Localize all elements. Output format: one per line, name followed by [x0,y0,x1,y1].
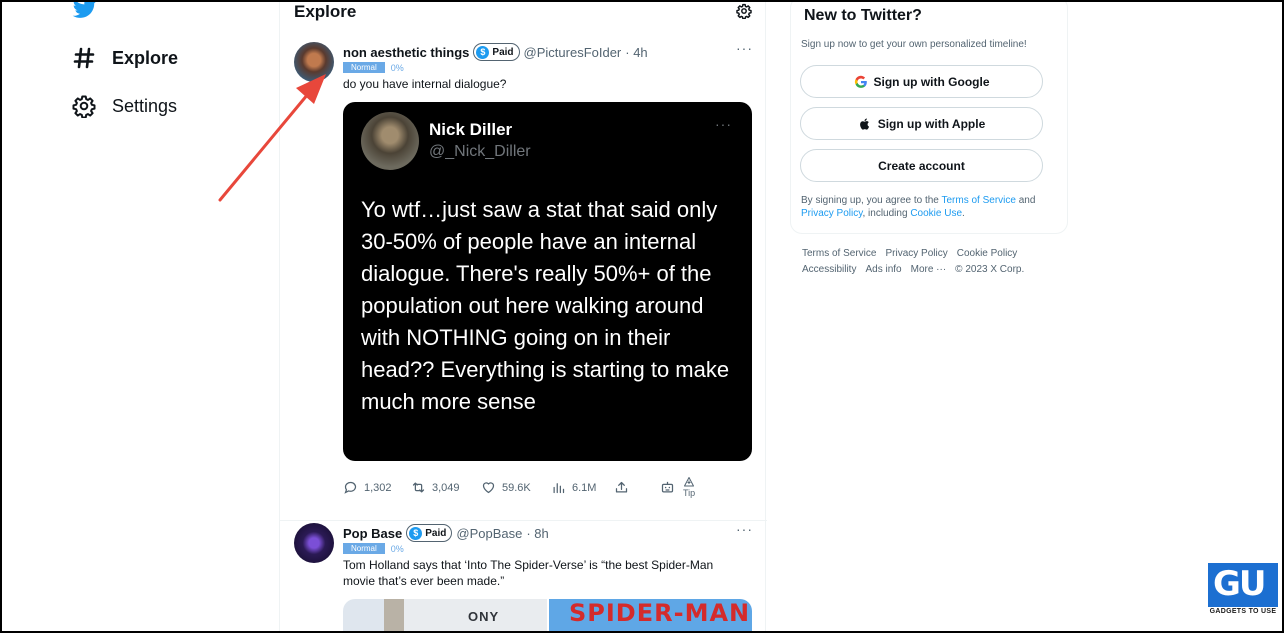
share-button[interactable] [614,480,629,495]
footer-ads-info-link[interactable]: Ads info [865,264,901,275]
tweet-image[interactable]: Nick Diller @_Nick_Diller ··· Yo wtf…jus… [343,102,752,461]
watermark-text: GADGETS TO USE [1209,608,1277,615]
google-button-label: Sign up with Google [873,74,990,89]
tip-icon [684,477,695,487]
paid-badge: $ Paid [473,43,520,61]
sign-up-with-google-button[interactable]: Sign up with Google [800,65,1043,98]
views-chart-icon [553,483,565,494]
tweet-text: do you have internal dialogue? [343,77,507,91]
media-right-text: SPIDER-MAN [569,599,751,627]
legal-prefix: By signing up, you agree to the [801,195,942,206]
hashtag-icon [73,47,95,69]
explore-settings-gear-icon[interactable] [736,3,752,19]
retweet-count: 3,049 [432,481,460,494]
annotation-arrow-icon [218,74,326,202]
footer-privacy-link[interactable]: Privacy Policy [885,248,947,259]
views-count: 6.1M [572,481,597,494]
gadgets-to-use-watermark: GU GADGETS TO USE [1204,560,1282,630]
bot-button[interactable] [660,480,675,495]
nav-item-explore-label: Explore [112,47,179,68]
legal-including: , including [862,208,911,219]
like-button[interactable]: 59.6K [481,480,531,495]
retweet-icon [412,482,425,493]
tweet-extension-badges: Normal 0% [343,543,404,554]
media-image-right[interactable]: SPIDER-MAN [547,599,752,633]
gear-icon [72,95,96,118]
tip-label: Tip [683,488,696,498]
badge-percent: 0% [390,62,404,73]
privacy-policy-link[interactable]: Privacy Policy [801,208,863,219]
footer-links-row-1: Terms of Service Privacy Policy Cookie P… [802,248,1017,259]
tweet-author-name[interactable]: Pop Base [343,526,402,541]
nav-item-settings-label: Settings [112,95,178,116]
signup-card-title: New to Twitter? [804,7,922,24]
tip-button[interactable]: Tip [683,476,695,498]
footer-links-row-2: Accessibility Ads info More ··· © 2023 X… [802,264,1024,275]
tweet-actions: 1,302 3,049 59.6K 6.1M Tip [343,476,752,500]
main-timeline: Explore non aesthetic things $ Paid @Pic… [279,0,767,633]
tweet[interactable]: Pop Base $ Paid @PopBase · 8h ··· Normal… [280,520,767,633]
views-button[interactable]: 6.1M [551,480,596,495]
tweet-author-name[interactable]: non aesthetic things [343,45,469,60]
embed-body-text: Yo wtf…just saw a stat that said only 30… [361,197,730,414]
embed-author-handle: @_Nick_Diller [429,143,531,160]
signup-card: New to Twitter? Sign up now to get your … [790,0,1068,234]
sign-up-with-apple-button[interactable]: Sign up with Apple [800,107,1043,140]
legal-and: and [1015,195,1036,206]
tweet-extension-badges: Normal 0% [343,62,404,73]
retweet-button[interactable]: 3,049 [411,480,460,495]
media-left-text: ONY [468,609,500,624]
badge-percent: 0% [390,543,404,554]
more-options-icon[interactable]: ··· [736,521,753,537]
embed-author-name: Nick Diller [429,120,513,139]
tweet-media[interactable]: ONY SPIDER-MAN [343,599,752,633]
signup-card-subtitle: Sign up now to get your own personalized… [801,39,1027,50]
dollar-icon: $ [476,45,490,59]
dollar-icon: $ [409,526,423,540]
tweet-header: non aesthetic things $ Paid @PicturesFoI… [343,43,648,61]
apple-button-label: Sign up with Apple [877,116,986,131]
footer-accessibility-link[interactable]: Accessibility [802,264,856,275]
tweet-author-handle[interactable]: @PopBase [456,526,522,541]
tweet-author-handle[interactable]: @PicturesFoIder [524,45,622,60]
paid-label: Paid [425,527,447,539]
tweet-header: Pop Base $ Paid @PopBase · 8h [343,524,549,542]
signup-legal-text: By signing up, you agree to the Terms of… [801,194,1063,220]
normal-badge: Normal [343,62,385,73]
heart-icon [482,482,495,494]
avatar[interactable] [294,523,334,563]
footer-cookie-link[interactable]: Cookie Policy [957,248,1018,259]
page-title: Explore [294,2,357,21]
embed-more-icon: ··· [715,116,732,132]
tweet-time[interactable]: · 4h [625,45,647,60]
paid-badge: $ Paid [406,524,453,542]
robot-icon [661,481,674,493]
footer-terms-link[interactable]: Terms of Service [802,248,876,259]
normal-badge: Normal [343,543,385,554]
apple-icon [859,117,869,130]
watermark-logo-letters: GU [1213,564,1266,604]
terms-of-service-link[interactable]: Terms of Service [941,195,1015,206]
footer-more-link[interactable]: More ··· [911,264,947,275]
embed-avatar [361,112,419,170]
tweet-text: Tom Holland says that ‘Into The Spider-V… [343,558,714,588]
cookie-use-link[interactable]: Cookie Use [910,208,962,219]
paid-label: Paid [492,46,514,58]
like-count: 59.6K [502,481,531,494]
twitter-logo-icon[interactable] [72,0,98,20]
nav-item-settings[interactable]: Settings [72,94,177,118]
reply-count: 1,302 [364,481,392,494]
nav-item-explore[interactable]: Explore [72,46,178,70]
tweet-time[interactable]: · 8h [526,526,548,541]
create-account-label: Create account [878,158,965,173]
more-options-icon[interactable]: ··· [736,40,753,56]
create-account-button[interactable]: Create account [800,149,1043,182]
reply-icon [344,481,357,494]
reply-button[interactable]: 1,302 [343,480,392,495]
legal-end: . [962,208,965,219]
google-icon [854,75,867,88]
share-icon [615,481,628,493]
media-image-left[interactable]: ONY [343,599,547,633]
footer-copyright: © 2023 X Corp. [955,264,1025,275]
